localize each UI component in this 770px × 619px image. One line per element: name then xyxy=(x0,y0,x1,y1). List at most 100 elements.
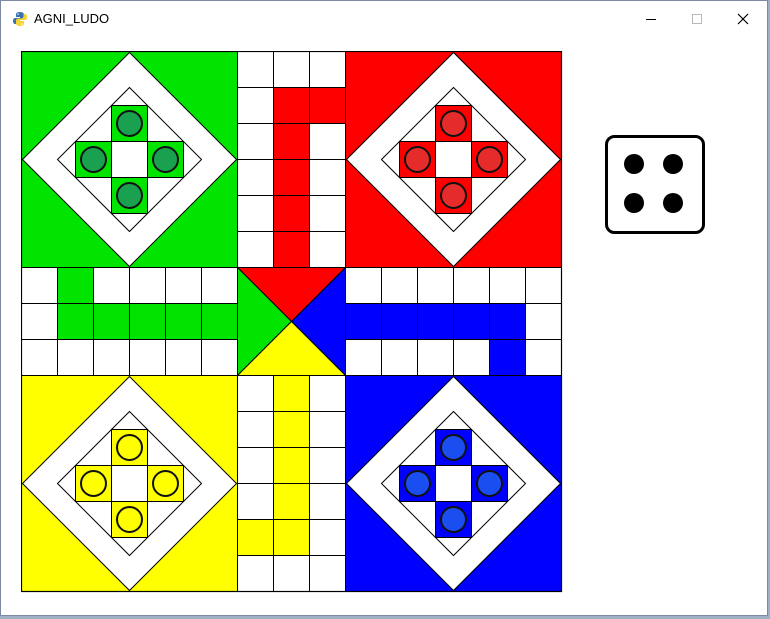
path-cell xyxy=(417,267,454,304)
path-cell xyxy=(309,51,346,88)
home-base-yellow xyxy=(21,375,238,592)
path-cell xyxy=(345,267,382,304)
dice-pip xyxy=(624,193,644,213)
red-token[interactable] xyxy=(476,146,503,173)
path-cell xyxy=(237,51,274,88)
path-cell xyxy=(237,483,274,520)
home-center-cell xyxy=(111,465,148,502)
path-cell xyxy=(201,339,238,376)
path-cell xyxy=(309,231,346,268)
green-token[interactable] xyxy=(116,110,143,137)
green-token[interactable] xyxy=(80,146,107,173)
path-cell xyxy=(129,339,166,376)
path-cell xyxy=(237,375,274,412)
home-base-blue xyxy=(345,375,562,592)
green-token[interactable] xyxy=(116,182,143,209)
path-cell-red xyxy=(273,231,310,268)
red-token[interactable] xyxy=(440,110,467,137)
path-cell-red xyxy=(273,159,310,196)
path-cell-yellow xyxy=(273,447,310,484)
blue-token[interactable] xyxy=(404,470,431,497)
path-cell-green xyxy=(93,303,130,340)
path-cell xyxy=(309,555,346,592)
title-bar: AGNI_LUDO xyxy=(1,1,767,37)
game-window: AGNI_LUDO xyxy=(0,0,768,616)
yellow-token[interactable] xyxy=(116,434,143,461)
path-cell xyxy=(21,339,58,376)
yellow-token[interactable] xyxy=(116,506,143,533)
path-cell-yellow xyxy=(273,411,310,448)
path-cell xyxy=(525,339,562,376)
path-cell xyxy=(417,339,454,376)
dice-pip xyxy=(663,193,683,213)
path-cell xyxy=(489,267,526,304)
path-cell xyxy=(237,195,274,232)
minimize-button[interactable] xyxy=(628,1,674,37)
home-base-red xyxy=(345,51,562,268)
path-cell-green xyxy=(129,303,166,340)
path-cell xyxy=(309,159,346,196)
path-cell xyxy=(309,519,346,556)
path-cell xyxy=(525,303,562,340)
path-cell xyxy=(237,555,274,592)
path-cell xyxy=(381,339,418,376)
maximize-icon xyxy=(692,14,702,24)
red-token[interactable] xyxy=(404,146,431,173)
blue-token[interactable] xyxy=(440,506,467,533)
red-token[interactable] xyxy=(440,182,467,209)
close-button[interactable] xyxy=(720,1,766,37)
dice[interactable] xyxy=(605,135,705,235)
path-cell xyxy=(345,339,382,376)
blue-token[interactable] xyxy=(476,470,503,497)
home-base-green xyxy=(21,51,238,268)
python-icon xyxy=(13,12,27,26)
path-cell xyxy=(21,267,58,304)
path-cell-blue xyxy=(345,303,382,340)
path-cell xyxy=(237,411,274,448)
path-cell xyxy=(201,267,238,304)
close-icon xyxy=(737,13,749,25)
path-cell xyxy=(21,303,58,340)
path-cell xyxy=(129,267,166,304)
blue-token[interactable] xyxy=(440,434,467,461)
path-cell xyxy=(381,267,418,304)
path-cell xyxy=(309,123,346,160)
minimize-icon xyxy=(646,19,656,20)
path-cell xyxy=(237,159,274,196)
path-cell-green xyxy=(201,303,238,340)
yellow-token[interactable] xyxy=(80,470,107,497)
path-cell xyxy=(309,447,346,484)
path-cell xyxy=(453,339,490,376)
path-cell-blue xyxy=(489,303,526,340)
ludo-board xyxy=(21,51,563,593)
path-cell-green xyxy=(57,267,94,304)
path-cell xyxy=(525,267,562,304)
path-cell xyxy=(237,123,274,160)
path-cell xyxy=(309,375,346,412)
path-cell xyxy=(93,339,130,376)
path-cell xyxy=(237,231,274,268)
path-cell xyxy=(309,195,346,232)
path-cell-red xyxy=(273,123,310,160)
dice-pip xyxy=(663,154,683,174)
path-cell xyxy=(273,51,310,88)
path-cell-yellow xyxy=(273,519,310,556)
path-cell-red xyxy=(309,87,346,124)
home-center-cell xyxy=(111,141,148,178)
green-token[interactable] xyxy=(152,146,179,173)
home-center-cell xyxy=(435,141,472,178)
path-cell-red xyxy=(273,87,310,124)
window-title: AGNI_LUDO xyxy=(34,11,110,26)
path-cell-blue xyxy=(417,303,454,340)
maximize-button[interactable] xyxy=(674,1,720,37)
path-cell xyxy=(309,483,346,520)
path-cell-yellow xyxy=(237,519,274,556)
path-cell xyxy=(93,267,130,304)
yellow-token[interactable] xyxy=(152,470,179,497)
path-cell-green xyxy=(57,303,94,340)
path-cell-yellow xyxy=(273,375,310,412)
path-cell-yellow xyxy=(273,483,310,520)
dice-face xyxy=(605,135,705,234)
home-center-cell xyxy=(435,465,472,502)
path-cell xyxy=(237,447,274,484)
